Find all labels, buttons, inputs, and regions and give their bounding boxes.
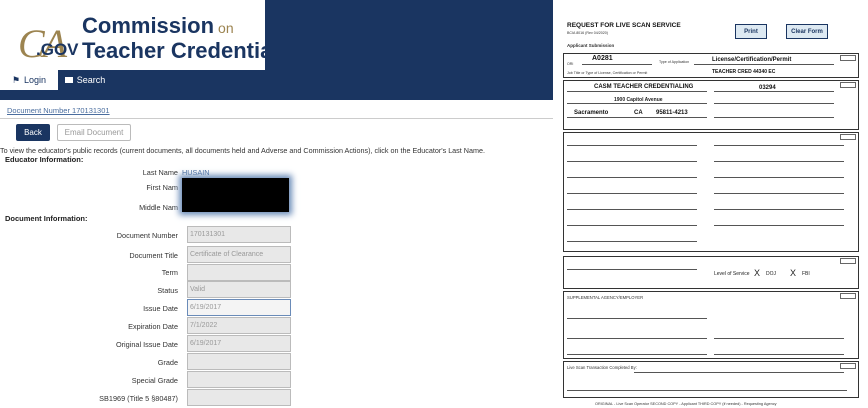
zip-value: 95811-4213 — [656, 110, 688, 116]
document-number-field: 170131301 — [187, 226, 291, 243]
level-of-service-section: Level of Service X DOJ X FBI — [563, 256, 859, 289]
clear-form-button[interactable]: Clear Form — [786, 24, 828, 39]
term-label: Term — [161, 268, 178, 277]
document-title-field: Certificate of Clearance — [187, 246, 291, 263]
gov-logo-text: .GOV — [36, 40, 79, 59]
document-number-link[interactable]: Document Number 170131301 — [7, 106, 110, 115]
print-button[interactable]: Print — [735, 24, 767, 39]
sb1969-label: SB1969 (Title 5 §80487) — [99, 394, 178, 403]
back-button[interactable]: Back — [16, 124, 50, 141]
search-icon — [64, 77, 73, 83]
first-name-label: First Nam — [146, 183, 178, 192]
form-title: REQUEST FOR LIVE SCAN SERVICE — [567, 22, 681, 29]
expiration-date-label: Expiration Date — [128, 322, 178, 331]
applicant-submission-label: Applicant Submission — [567, 43, 615, 48]
email-document-button[interactable]: Email Document — [57, 124, 131, 141]
ori-section: ORI A0281 Type of Application License/Ce… — [563, 53, 859, 78]
educator-section-title: Educator Information: — [5, 155, 84, 164]
document-number-label: Document Number — [116, 231, 178, 240]
status-label: Status — [157, 286, 178, 295]
divider — [0, 118, 553, 119]
state-value: CA — [634, 110, 643, 116]
special-grade-field — [187, 371, 291, 388]
last-name-link[interactable]: HUSAIN — [182, 168, 210, 177]
section-tag — [840, 55, 856, 61]
original-issue-date-field: 6/19/2017 — [187, 335, 291, 352]
middle-name-label: Middle Nam — [139, 203, 178, 212]
nav-underbar — [0, 90, 553, 100]
live-scan-form: REQUEST FOR LIVE SCAN SERVICE BCIA 8016 … — [553, 0, 868, 408]
live-scan-section: Live Scan Transaction Completed By: — [563, 361, 859, 398]
last-name-label: Last Name — [142, 168, 178, 177]
ori-value: A0281 — [592, 55, 613, 62]
agency-name-value: CASM TEACHER CREDENTIALING — [594, 84, 694, 90]
grade-label: Grade — [157, 358, 178, 367]
document-section-title: Document Information: — [5, 214, 88, 223]
nav-search[interactable]: Search — [60, 70, 110, 90]
issue-date-field: 6/19/2017 — [187, 299, 291, 316]
home-icon: ⚑ — [11, 74, 21, 85]
redaction-box — [182, 178, 289, 212]
main-nav: ⚑ Login Search — [0, 70, 553, 90]
nav-login[interactable]: ⚑ Login — [0, 70, 58, 90]
special-grade-label: Special Grade — [131, 376, 178, 385]
credential-lookup-page: CA .GOV Commission on Teacher Credentiali… — [0, 0, 553, 408]
issue-date-label: Issue Date — [143, 304, 178, 313]
site-title-line1: Commission on — [82, 13, 234, 38]
job-title-value: TEACHER CRED 44340 EC — [712, 69, 776, 75]
original-issue-date-label: Original Issue Date — [115, 340, 178, 349]
application-type-value: License/Certification/Permit — [712, 57, 792, 63]
term-field — [187, 264, 291, 281]
form-code: BCIA 8016 (Rev 04/2020) — [567, 31, 608, 35]
sb1969-field — [187, 389, 291, 406]
form-footer: ORIGINAL - Live Scan Operator SECOND COP… — [595, 402, 777, 406]
grade-field — [187, 353, 291, 370]
supplemental-section: SUPPLEMENTAL AGENCY/EMPLOYER — [563, 291, 859, 359]
fbi-checkbox[interactable]: X — [790, 268, 796, 278]
doj-checkbox[interactable]: X — [754, 268, 760, 278]
agency-section: CASM TEACHER CREDENTIALING 03294 1900 Ca… — [563, 80, 859, 130]
document-title-label: Document Title — [129, 251, 178, 260]
applicant-info-section — [563, 132, 859, 252]
instructions-text: To view the educator's public records (c… — [0, 146, 485, 155]
status-field: Valid — [187, 281, 291, 298]
header-banner — [265, 0, 553, 70]
expiration-date-field: 7/1/2022 — [187, 317, 291, 334]
city-value: Sacramento — [574, 110, 609, 116]
